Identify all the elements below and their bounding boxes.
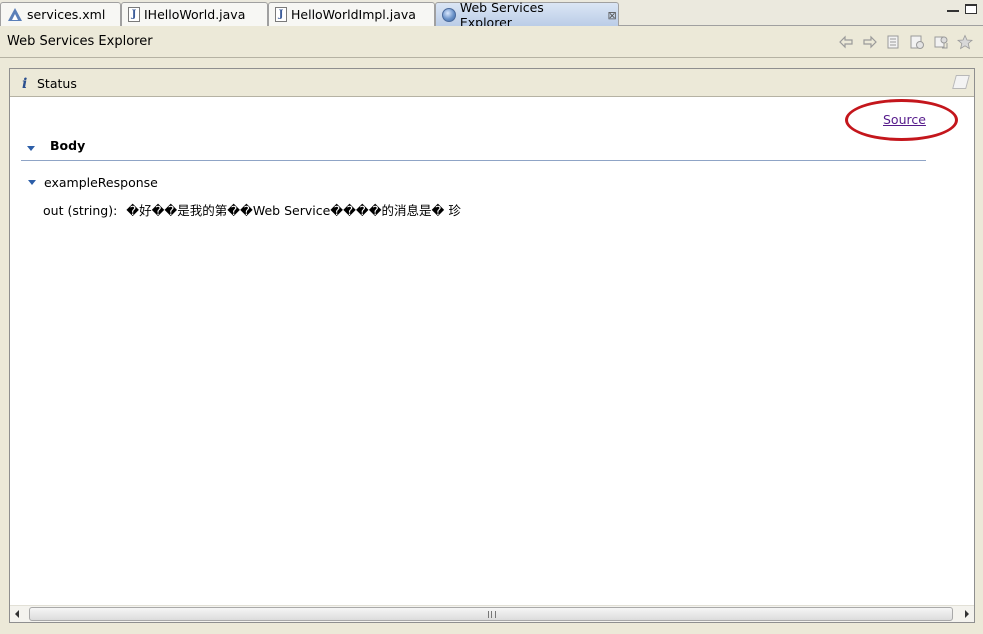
clear-status-icon[interactable] bbox=[952, 75, 970, 89]
back-arrow-icon[interactable] bbox=[838, 34, 854, 50]
collapse-twisty-icon[interactable] bbox=[27, 146, 35, 151]
body-section-header[interactable]: Body bbox=[21, 134, 926, 161]
source-link[interactable]: Source bbox=[883, 112, 926, 127]
status-label: Status bbox=[37, 76, 77, 91]
tab-helloworldimpl-java[interactable]: J HelloWorldImpl.java bbox=[268, 2, 435, 26]
view-title-bar: Web Services Explorer bbox=[0, 26, 983, 58]
maximize-icon[interactable] bbox=[965, 4, 977, 14]
expand-twisty-icon[interactable] bbox=[28, 180, 36, 185]
horizontal-scrollbar[interactable] bbox=[10, 605, 974, 622]
status-header: i Status bbox=[10, 69, 974, 97]
tab-web-services-explorer[interactable]: Web Services Explorer ⊠ bbox=[435, 0, 619, 30]
field-value: �好��是我的第��Web Service����的消息是� 珍 bbox=[126, 203, 461, 218]
scroll-right-icon[interactable] bbox=[965, 610, 969, 618]
wsdl-icon[interactable] bbox=[933, 34, 949, 50]
tab-label: HelloWorldImpl.java bbox=[291, 7, 416, 22]
section-title: Body bbox=[50, 138, 86, 153]
view-title: Web Services Explorer bbox=[7, 34, 153, 49]
grip-icon bbox=[488, 611, 496, 618]
response-node-label: exampleResponse bbox=[44, 175, 158, 190]
tab-ihelloworld-java[interactable]: J IHelloWorld.java bbox=[121, 2, 268, 26]
java-file-icon: J bbox=[128, 7, 140, 22]
xml-file-icon bbox=[7, 7, 23, 23]
minimize-icon[interactable] bbox=[947, 8, 959, 12]
scroll-left-icon[interactable] bbox=[15, 610, 19, 618]
scroll-thumb[interactable] bbox=[29, 607, 953, 621]
tab-label: IHelloWorld.java bbox=[144, 7, 246, 22]
tab-services-xml[interactable]: services.xml bbox=[0, 2, 121, 26]
properties-icon[interactable] bbox=[909, 34, 925, 50]
tab-label: services.xml bbox=[27, 7, 106, 22]
editor-tab-bar: services.xml J IHelloWorld.java J HelloW… bbox=[0, 0, 983, 30]
favorites-icon[interactable] bbox=[957, 34, 973, 50]
response-field: out (string): �好��是我的第��Web Service����的… bbox=[43, 200, 461, 219]
page-icon[interactable] bbox=[885, 34, 901, 50]
info-icon: i bbox=[22, 76, 28, 92]
forward-arrow-icon[interactable] bbox=[862, 34, 878, 50]
close-tab-icon[interactable]: ⊠ bbox=[606, 9, 618, 22]
globe-icon bbox=[442, 8, 456, 22]
status-pane: i Status Source Body exampleResponse out… bbox=[9, 68, 975, 623]
field-label: out (string): bbox=[43, 203, 118, 218]
java-file-icon: J bbox=[275, 7, 287, 22]
